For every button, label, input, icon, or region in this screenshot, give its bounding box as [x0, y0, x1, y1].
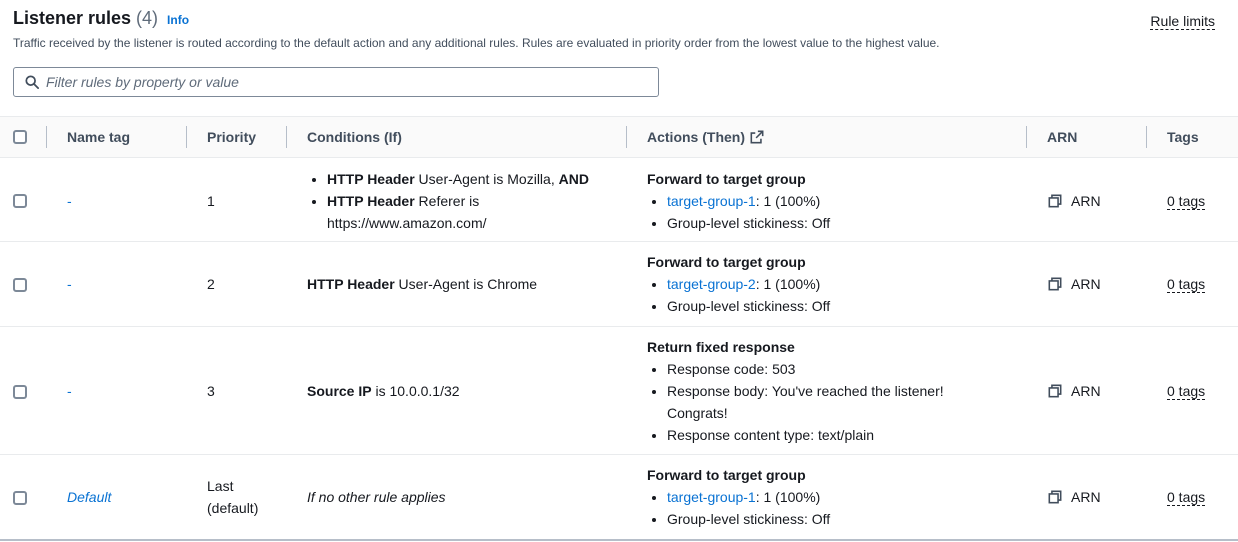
target-group-link[interactable]: target-group-1 — [667, 193, 756, 209]
select-all-checkbox[interactable] — [13, 130, 27, 144]
action-title: Return fixed response — [647, 339, 795, 355]
copy-icon — [1048, 194, 1062, 208]
action-item: target-group-1: 1 (100%) — [667, 486, 1007, 508]
conditions-cell: If no other rule applies — [307, 489, 446, 505]
column-arn[interactable]: ARN — [1047, 117, 1077, 157]
priority-value: 3 — [207, 383, 215, 399]
column-tags[interactable]: Tags — [1167, 117, 1199, 157]
action-item: target-group-1: 1 (100%) — [667, 190, 1007, 212]
page-title: Listener rules — [13, 8, 132, 28]
tags-popover[interactable]: 0 tags — [1167, 193, 1206, 210]
column-divider — [1026, 126, 1027, 148]
column-divider — [186, 126, 187, 148]
actions-cell: Forward to target group target-group-1: … — [647, 168, 1007, 234]
conditions-cell: Source IP is 10.0.0.1/32 — [307, 383, 460, 399]
action-item: Group-level stickiness: Off — [667, 212, 1007, 234]
action-item: Group-level stickiness: Off — [667, 508, 1007, 530]
row-checkbox[interactable] — [13, 194, 27, 208]
arn-label: ARN — [1071, 383, 1101, 399]
column-actions-label: Actions (Then) — [647, 129, 745, 145]
name-tag[interactable]: Default — [67, 486, 111, 508]
search-input[interactable] — [46, 74, 658, 90]
copy-icon — [1048, 490, 1062, 504]
action-title: Forward to target group — [647, 254, 806, 270]
action-item: Response content type: text/plain — [667, 424, 957, 446]
row-checkbox[interactable] — [13, 278, 27, 292]
conditions-cell: HTTP Header User-Agent is Mozilla, AND H… — [307, 168, 607, 234]
copy-arn-button[interactable]: ARN — [1048, 273, 1101, 295]
filter-search[interactable] — [13, 67, 659, 97]
column-divider — [46, 126, 47, 148]
action-item: Response code: 503 — [667, 358, 957, 380]
name-tag[interactable]: - — [67, 273, 72, 295]
search-icon — [25, 75, 39, 89]
column-actions[interactable]: Actions (Then) — [647, 117, 764, 157]
priority-value: 1 — [207, 193, 215, 209]
column-priority[interactable]: Priority — [207, 117, 256, 157]
tags-popover[interactable]: 0 tags — [1167, 276, 1206, 293]
column-name-tag[interactable]: Name tag — [67, 117, 130, 157]
column-divider — [286, 126, 287, 148]
rules-table: Name tag Priority Conditions (If) Action… — [0, 116, 1238, 541]
copy-icon — [1048, 277, 1062, 291]
rule-limits-button[interactable]: Rule limits — [1150, 13, 1215, 30]
arn-label: ARN — [1071, 489, 1101, 505]
condition-item: HTTP Header User-Agent is Mozilla, AND — [327, 168, 607, 190]
action-title: Forward to target group — [647, 467, 806, 483]
table-row[interactable]: - 1 HTTP Header User-Agent is Mozilla, A… — [0, 158, 1238, 242]
external-link-icon[interactable] — [750, 130, 764, 144]
row-checkbox[interactable] — [13, 385, 27, 399]
name-tag[interactable]: - — [67, 190, 72, 212]
actions-cell: Forward to target group target-group-2: … — [647, 251, 1007, 317]
name-tag[interactable]: - — [67, 380, 72, 402]
action-title: Forward to target group — [647, 171, 806, 187]
header: Listener rules (4) Info Traffic received… — [13, 8, 1238, 58]
row-checkbox[interactable] — [13, 491, 27, 505]
copy-icon — [1048, 384, 1062, 398]
condition-item: HTTP Header Referer is https://www.amazo… — [327, 190, 607, 234]
action-item: target-group-2: 1 (100%) — [667, 273, 1007, 295]
tags-popover[interactable]: 0 tags — [1167, 489, 1206, 506]
arn-label: ARN — [1071, 193, 1101, 209]
action-item: Group-level stickiness: Off — [667, 295, 1007, 317]
column-divider — [626, 126, 627, 148]
info-link[interactable]: Info — [167, 13, 189, 27]
conditions-cell: HTTP Header User-Agent is Chrome — [307, 276, 538, 292]
table-row[interactable]: - 3 Source IP is 10.0.0.1/32 Return fixe… — [0, 327, 1238, 455]
table-row[interactable]: - 2 HTTP Header User-Agent is Chrome For… — [0, 242, 1238, 327]
actions-cell: Return fixed response Response code: 503… — [647, 336, 957, 446]
copy-arn-button[interactable]: ARN — [1048, 380, 1101, 402]
actions-cell: Forward to target group target-group-1: … — [647, 464, 1007, 530]
column-divider — [1146, 126, 1147, 148]
table-row[interactable]: Default Last (default) If no other rule … — [0, 455, 1238, 541]
description: Traffic received by the listener is rout… — [13, 36, 940, 50]
copy-arn-button[interactable]: ARN — [1048, 486, 1101, 508]
tags-popover[interactable]: 0 tags — [1167, 383, 1206, 400]
copy-arn-button[interactable]: ARN — [1048, 190, 1101, 212]
action-item: Response body: You've reached the listen… — [667, 380, 957, 424]
target-group-link[interactable]: target-group-2 — [667, 276, 756, 292]
rule-count: (4) — [136, 8, 159, 28]
arn-label: ARN — [1071, 276, 1101, 292]
column-conditions[interactable]: Conditions (If) — [307, 117, 402, 157]
target-group-link[interactable]: target-group-1 — [667, 489, 756, 505]
priority-value: 2 — [207, 276, 215, 292]
priority-value: Last (default) — [207, 478, 259, 516]
table-header: Name tag Priority Conditions (If) Action… — [0, 116, 1238, 158]
